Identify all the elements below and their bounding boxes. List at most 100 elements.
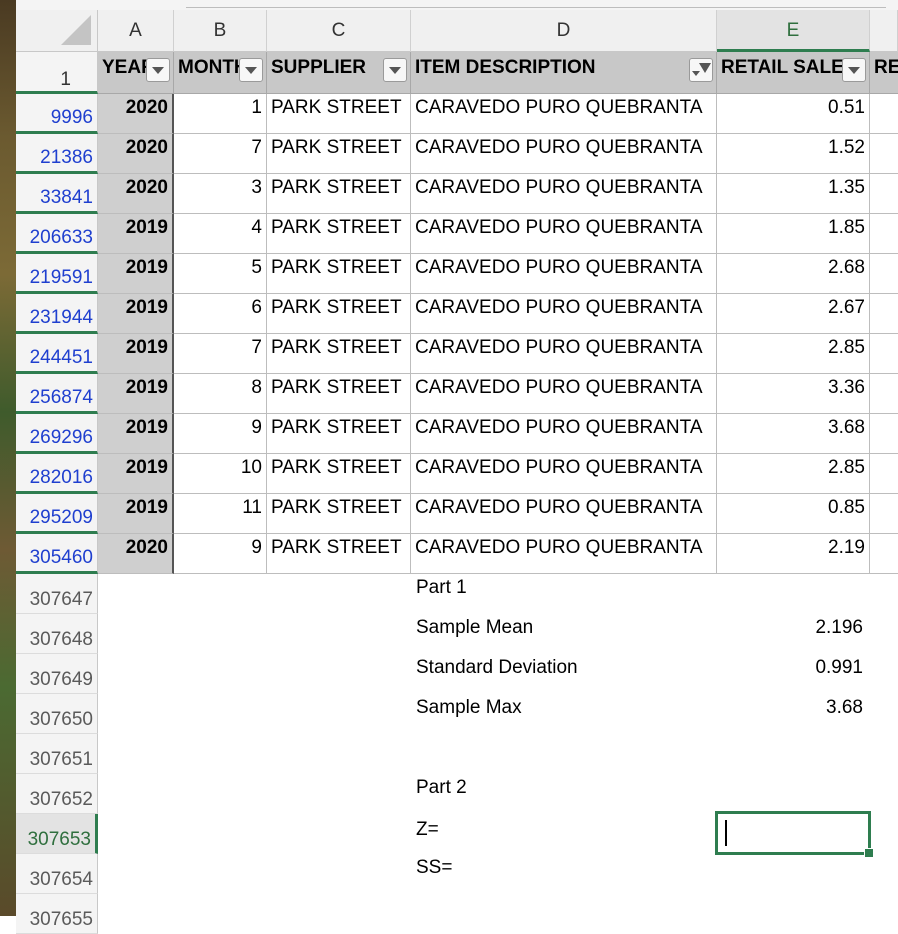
filter-dropdown-supplier[interactable] [383,58,407,82]
cell-item-description[interactable]: CARAVEDO PURO QUEBRANTA [411,494,717,534]
cell-supplier[interactable]: PARK STREET [267,94,411,134]
cell-supplier[interactable]: PARK STREET [267,294,411,334]
row-header[interactable]: 307655 [16,894,98,934]
active-cell-editor[interactable] [715,811,874,858]
column-header-a[interactable]: A [98,10,174,52]
cell-item-description[interactable]: CARAVEDO PURO QUEBRANTA [411,454,717,494]
cell-retail-sales[interactable]: 3.68 [717,414,870,454]
standard-deviation-value[interactable]: 0.991 [717,656,863,680]
cell-retail-sales[interactable]: 3.36 [717,374,870,414]
row-header[interactable]: 244451 [16,334,98,374]
cell-supplier[interactable]: PARK STREET [267,334,411,374]
cell-month[interactable]: 7 [174,334,267,374]
cell-supplier[interactable]: PARK STREET [267,214,411,254]
row-header[interactable]: 282016 [16,454,98,494]
cell-item-description[interactable]: CARAVEDO PURO QUEBRANTA [411,334,717,374]
cell-year[interactable]: 2019 [98,214,174,254]
cell-retail-sales[interactable]: 1.35 [717,174,870,214]
cell-retail-sales[interactable]: 0.51 [717,94,870,134]
filter-dropdown-year[interactable] [146,58,170,82]
row-header[interactable]: 305460 [16,534,98,574]
filter-dropdown-month[interactable] [239,58,263,82]
cell-year[interactable]: 2020 [98,534,174,574]
row-header[interactable]: 307651 [16,734,98,774]
cell-supplier[interactable]: PARK STREET [267,454,411,494]
cell-item-description[interactable]: CARAVEDO PURO QUEBRANTA [411,214,717,254]
column-header-c[interactable]: C [267,10,411,52]
sample-mean-value[interactable]: 2.196 [717,616,863,640]
row-header[interactable]: 307653 [16,814,98,854]
select-all-corner[interactable] [16,10,98,52]
cell-month[interactable]: 6 [174,294,267,334]
column-header-d[interactable]: D [411,10,717,52]
cell-retail-sales[interactable]: 2.85 [717,454,870,494]
cell-retail-sales[interactable]: 2.67 [717,294,870,334]
cell-supplier[interactable]: PARK STREET [267,134,411,174]
cell-next-column[interactable] [870,214,898,254]
cell-next-column[interactable] [870,174,898,214]
sample-max-value[interactable]: 3.68 [717,696,863,720]
cell-item-description[interactable]: CARAVEDO PURO QUEBRANTA [411,534,717,574]
cell-next-column[interactable] [870,254,898,294]
cell-supplier[interactable]: PARK STREET [267,494,411,534]
cell-year[interactable]: 2020 [98,134,174,174]
cell-retail-sales[interactable]: 2.68 [717,254,870,294]
cell-month[interactable]: 1 [174,94,267,134]
cell-year[interactable]: 2019 [98,414,174,454]
cell-item-description[interactable]: CARAVEDO PURO QUEBRANTA [411,94,717,134]
row-header[interactable]: 206633 [16,214,98,254]
cell-supplier[interactable]: PARK STREET [267,254,411,294]
column-header-f[interactable] [870,10,898,52]
cell-next-column[interactable] [870,454,898,494]
cell-item-description[interactable]: CARAVEDO PURO QUEBRANTA [411,374,717,414]
filter-applied-item-description[interactable] [689,58,713,82]
cell-next-column[interactable] [870,134,898,174]
row-header[interactable]: 307648 [16,614,98,654]
cell-month[interactable]: 3 [174,174,267,214]
cell-year[interactable]: 2019 [98,294,174,334]
cell-month[interactable]: 5 [174,254,267,294]
cell-item-description[interactable]: CARAVEDO PURO QUEBRANTA [411,294,717,334]
cell-year[interactable]: 2019 [98,254,174,294]
spreadsheet-grid[interactable]: A B C D E 1 YEAR MONTH SUPPLIER ITEM DES… [16,0,898,934]
row-header[interactable]: 307649 [16,654,98,694]
row-header[interactable]: 269296 [16,414,98,454]
cell-next-column[interactable] [870,414,898,454]
cell-retail-sales[interactable]: 2.85 [717,334,870,374]
cell-month[interactable]: 8 [174,374,267,414]
row-header-1[interactable]: 1 [16,52,98,94]
cell-month[interactable]: 7 [174,134,267,174]
cell-retail-sales[interactable]: 2.19 [717,534,870,574]
cell-item-description[interactable]: CARAVEDO PURO QUEBRANTA [411,174,717,214]
row-header[interactable]: 33841 [16,174,98,214]
row-header[interactable]: 21386 [16,134,98,174]
cell-year[interactable]: 2020 [98,174,174,214]
cell-supplier[interactable]: PARK STREET [267,374,411,414]
row-header[interactable]: 295209 [16,494,98,534]
column-header-b[interactable]: B [174,10,267,52]
row-header[interactable]: 307647 [16,574,98,614]
cell-supplier[interactable]: PARK STREET [267,174,411,214]
row-header[interactable]: 307654 [16,854,98,894]
cell-year[interactable]: 2019 [98,454,174,494]
cell-next-column[interactable] [870,534,898,574]
row-header[interactable]: 307652 [16,774,98,814]
cell-month[interactable]: 9 [174,534,267,574]
cell-item-description[interactable]: CARAVEDO PURO QUEBRANTA [411,414,717,454]
cell-item-description[interactable]: CARAVEDO PURO QUEBRANTA [411,254,717,294]
row-header[interactable]: 231944 [16,294,98,334]
row-header[interactable]: 307650 [16,694,98,734]
filter-dropdown-retail-sales[interactable] [842,58,866,82]
cell-month[interactable]: 11 [174,494,267,534]
cell-item-description[interactable]: CARAVEDO PURO QUEBRANTA [411,134,717,174]
cell-retail-sales[interactable]: 0.85 [717,494,870,534]
cell-supplier[interactable]: PARK STREET [267,414,411,454]
cell-next-column[interactable] [870,374,898,414]
cell-next-column[interactable] [870,494,898,534]
cell-year[interactable]: 2020 [98,94,174,134]
cell-year[interactable]: 2019 [98,334,174,374]
cell-year[interactable]: 2019 [98,374,174,414]
row-header[interactable]: 256874 [16,374,98,414]
row-header[interactable]: 9996 [16,94,98,134]
cell-next-column[interactable] [870,334,898,374]
